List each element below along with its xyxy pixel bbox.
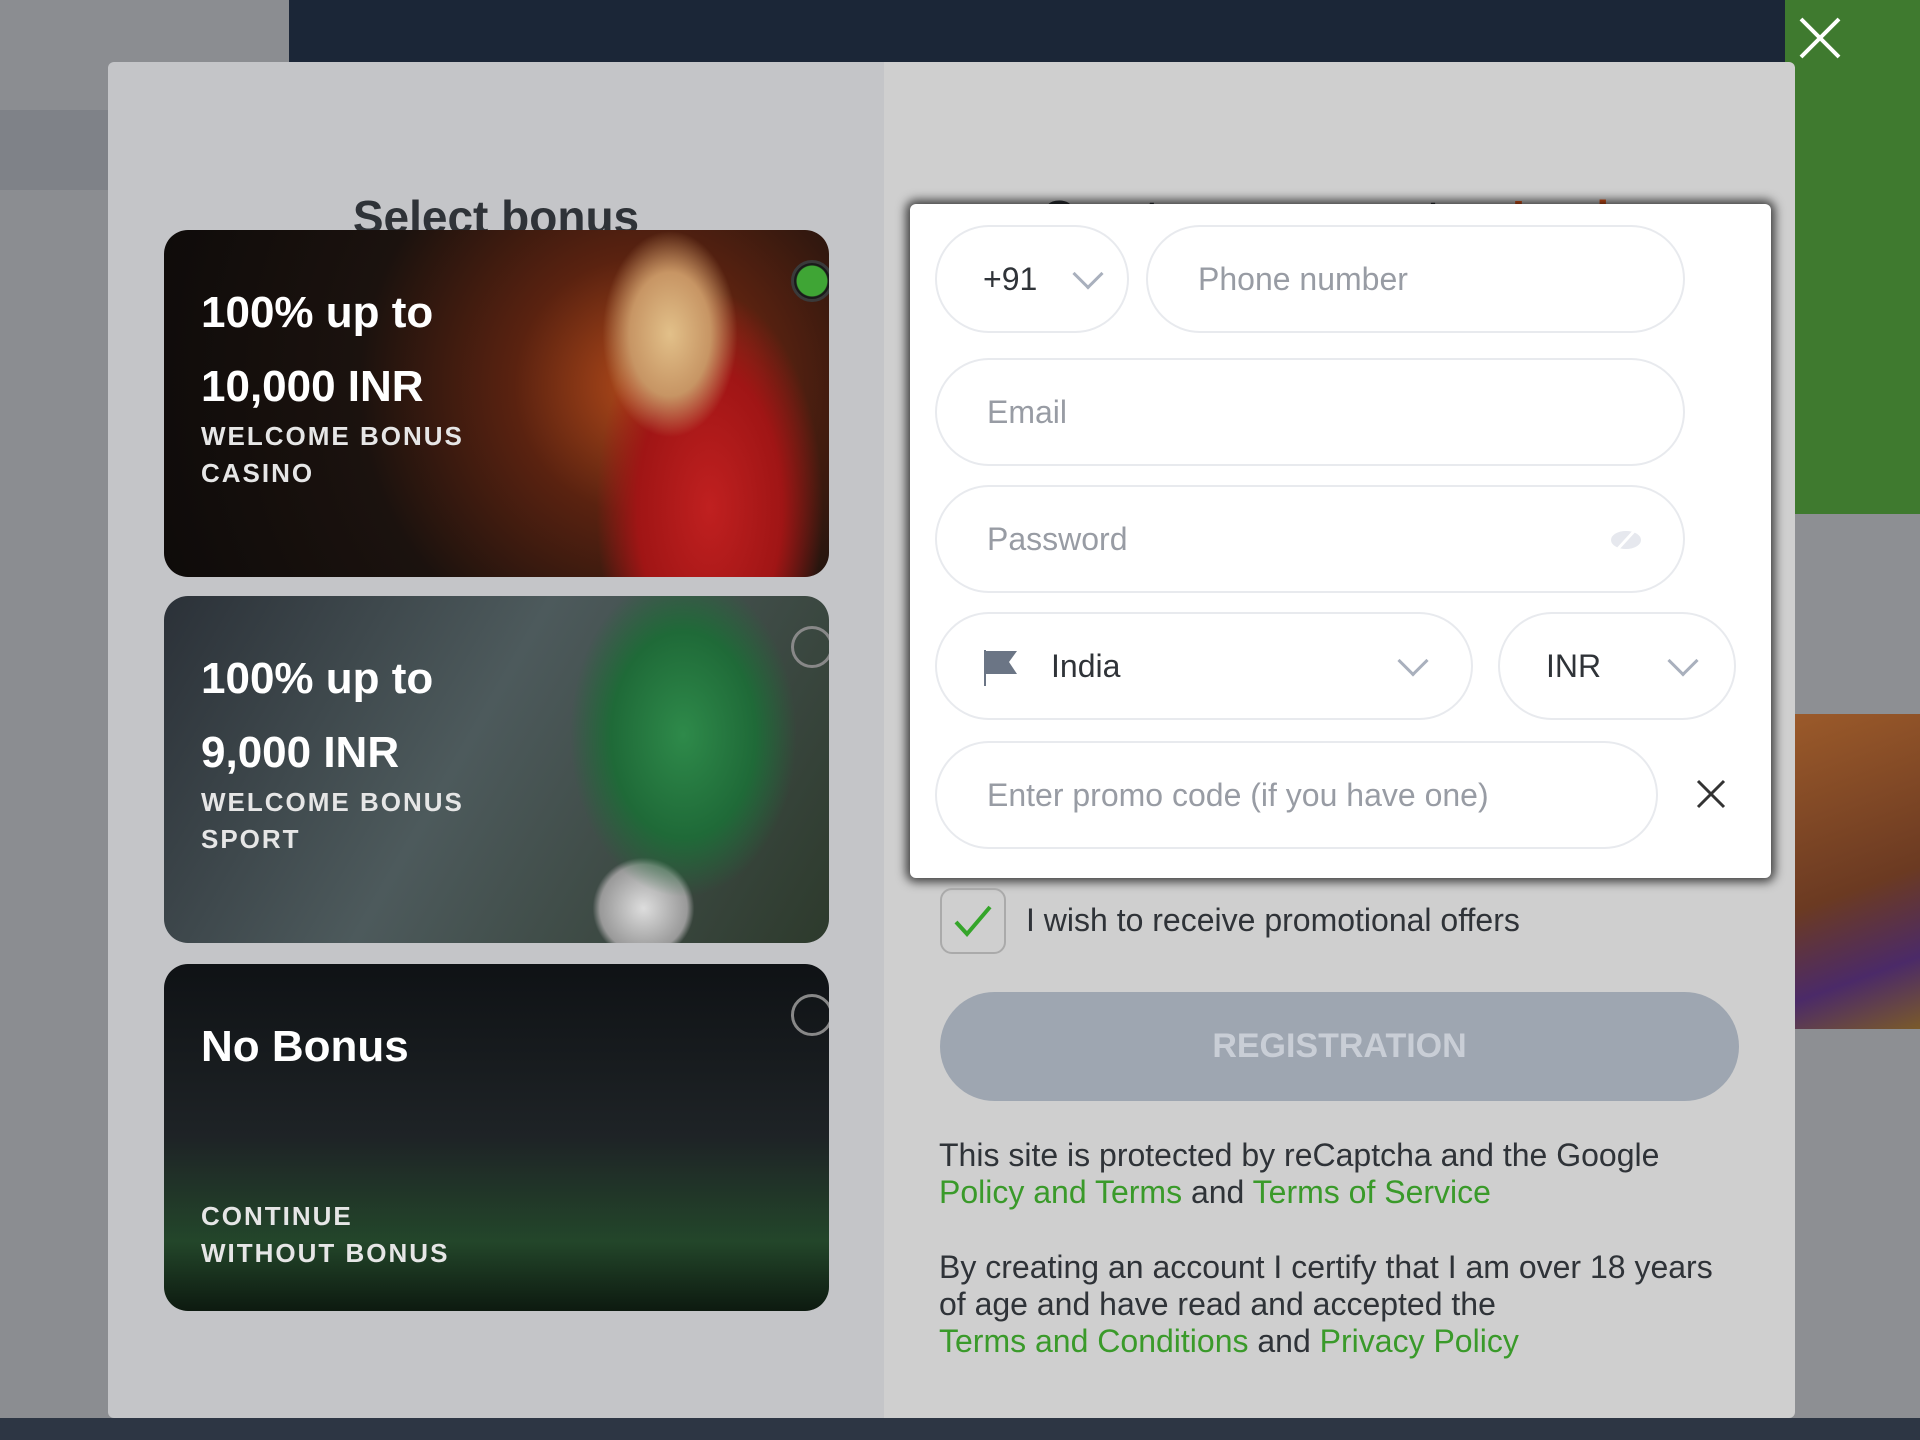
terms-conditions-link[interactable]: Terms and Conditions <box>939 1323 1248 1359</box>
promo-offers-checkbox[interactable] <box>940 888 1006 954</box>
recaptcha-notice: This site is protected by reCaptcha and … <box>939 1137 1789 1211</box>
currency-value: INR <box>1546 647 1602 684</box>
flag-icon <box>984 650 1017 686</box>
close-promo-icon[interactable] <box>1696 779 1726 809</box>
eye-hidden-icon[interactable] <box>1609 525 1643 555</box>
chevron-down-icon <box>1667 645 1699 677</box>
background-green-banner <box>1785 0 1920 514</box>
background-footer <box>0 1418 1920 1440</box>
and-text: and <box>1257 1323 1311 1359</box>
promo-offers-label: I wish to receive promotional offers <box>1026 902 1520 938</box>
bonus-label-line1: CONTINUE <box>201 1201 353 1231</box>
country-value: India <box>1051 647 1121 684</box>
casino-woman-image <box>564 230 829 577</box>
chevron-down-icon <box>1072 258 1104 290</box>
bonus-card-casino[interactable]: 100% up to 10,000 INR WELCOME BONUS CASINO <box>164 230 829 577</box>
policy-terms-link[interactable]: Policy and Terms <box>939 1174 1182 1210</box>
registration-modal: Select bonus 100% up to 10,000 INR WELCOM… <box>108 62 1795 1418</box>
bonus-card-sport[interactable]: 100% up to 9,000 INR WELCOME BONUS SPORT <box>164 596 829 943</box>
currency-select[interactable]: INR <box>1498 612 1736 720</box>
bonus-label-line1: WELCOME BONUS <box>201 787 464 817</box>
bonus-card-no-bonus[interactable]: No Bonus CONTINUE WITHOUT BONUS <box>164 964 829 1311</box>
phone-placeholder: Phone number <box>1198 260 1408 297</box>
close-modal-icon[interactable] <box>1798 16 1842 60</box>
chevron-down-icon <box>1397 645 1429 677</box>
privacy-policy-link[interactable]: Privacy Policy <box>1320 1323 1519 1359</box>
email-placeholder: Email <box>987 393 1068 430</box>
bonus-amount-line2: 9,000 INR <box>201 728 400 777</box>
background-banner <box>289 0 1785 70</box>
terms-text: By creating an account I certify that I … <box>939 1249 1713 1322</box>
country-code-select[interactable]: +91 <box>935 225 1129 333</box>
bonus-label-line2: WITHOUT BONUS <box>201 1238 450 1268</box>
and-text: and <box>1190 1174 1245 1210</box>
country-select[interactable]: India <box>935 612 1473 720</box>
recaptcha-text: This site is protected by reCaptcha and … <box>939 1137 1660 1173</box>
password-input[interactable]: Password <box>935 485 1685 593</box>
account-panel: Create an account or Login +91 Phone num… <box>884 62 1795 1418</box>
bonus-amount-line2: 10,000 INR <box>201 362 424 411</box>
bonus-label-line1: WELCOME BONUS <box>201 421 464 451</box>
background-game-tile <box>1795 714 1920 1029</box>
radio-selected-icon[interactable] <box>791 260 829 302</box>
registration-form: +91 Phone number Email Password India IN… <box>910 204 1771 878</box>
terms-of-service-link[interactable]: Terms of Service <box>1253 1174 1491 1210</box>
country-code-value: +91 <box>983 260 1038 297</box>
football-player-image <box>564 596 829 943</box>
bonus-amount-line1: 100% up to <box>201 288 434 337</box>
radio-unselected-icon[interactable] <box>791 994 829 1036</box>
promo-code-input[interactable]: Enter promo code (if you have one) <box>935 741 1658 849</box>
bonus-panel: Select bonus 100% up to 10,000 INR WELCOM… <box>108 62 884 1418</box>
password-placeholder: Password <box>987 520 1128 557</box>
promo-placeholder: Enter promo code (if you have one) <box>987 776 1489 813</box>
registration-button[interactable]: REGISTRATION <box>940 992 1739 1101</box>
age-terms-notice: By creating an account I certify that I … <box>939 1249 1739 1360</box>
phone-input[interactable]: Phone number <box>1146 225 1685 333</box>
bonus-label-line2: CASINO <box>201 458 315 488</box>
bonus-label-line2: SPORT <box>201 824 301 854</box>
bonus-amount-line1: No Bonus <box>201 1022 409 1071</box>
radio-unselected-icon[interactable] <box>791 626 829 668</box>
checkmark-icon <box>954 905 992 938</box>
email-input[interactable]: Email <box>935 358 1685 466</box>
bonus-amount-line1: 100% up to <box>201 654 434 703</box>
